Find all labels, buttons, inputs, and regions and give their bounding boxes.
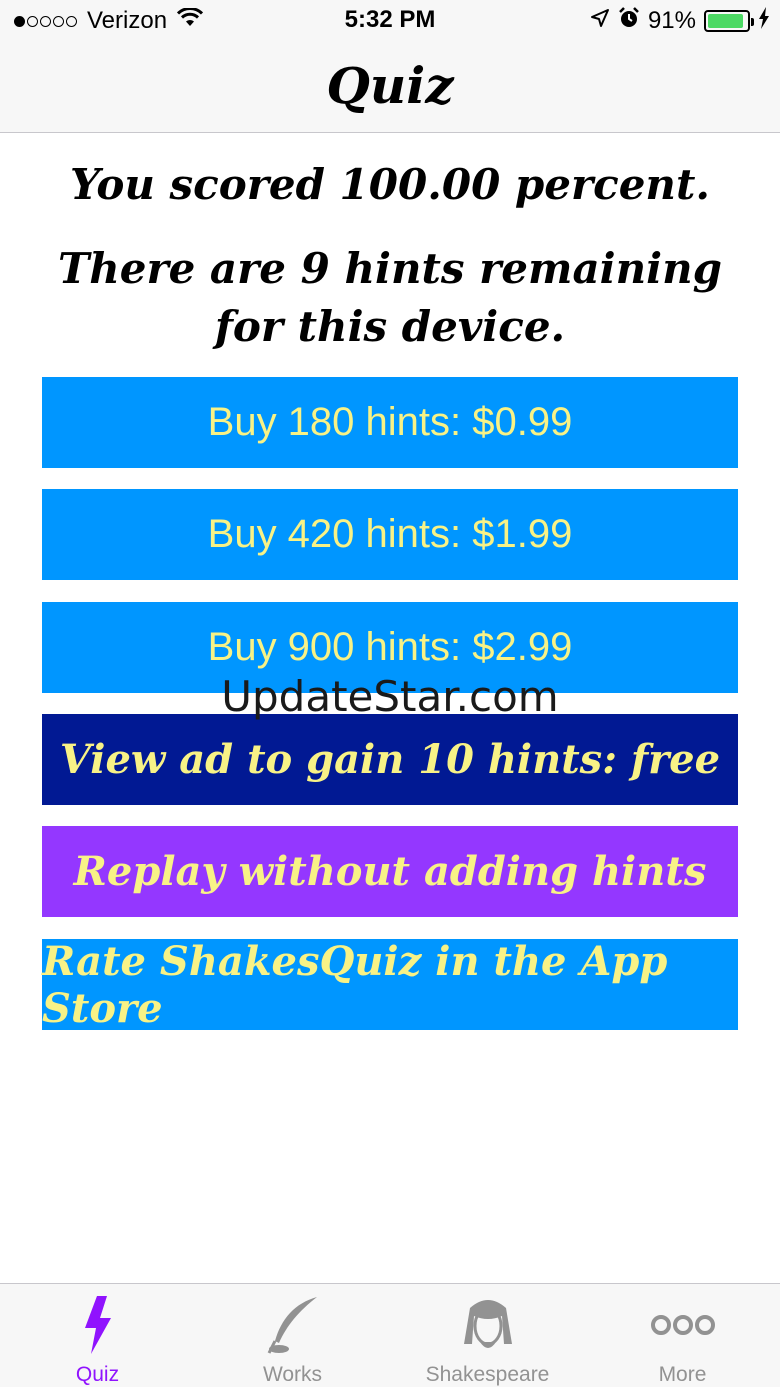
hints-remaining-text: There are 9 hints remaining for this dev… bbox=[57, 244, 723, 351]
tab-label: Works bbox=[262, 1363, 323, 1386]
tab-bar: Quiz Works Shakespeare More bbox=[0, 1283, 780, 1387]
alarm-clock-icon bbox=[618, 6, 640, 36]
page-title: Quiz bbox=[326, 56, 454, 115]
buy-420-hints-label: Buy 420 hints: $1.99 bbox=[207, 512, 573, 556]
rate-app-label: Rate ShakesQuiz in the App Store bbox=[42, 937, 668, 1032]
battery-percent: 91% bbox=[647, 7, 696, 34]
status-bar: Verizon 5:32 PM 91% bbox=[0, 0, 780, 42]
score-text: You scored 100.00 percent. bbox=[69, 160, 710, 209]
tab-label: Quiz bbox=[75, 1363, 120, 1386]
tab-quiz[interactable]: Quiz bbox=[0, 1284, 195, 1387]
navigation-bar: Quiz bbox=[0, 42, 780, 133]
buy-900-hints-button[interactable]: Buy 900 hints: $2.99 bbox=[42, 602, 738, 693]
charging-bolt-icon bbox=[758, 6, 770, 36]
rate-app-button[interactable]: Rate ShakesQuiz in the App Store bbox=[42, 937, 738, 1032]
shakespeare-portrait-icon bbox=[456, 1292, 520, 1357]
status-right: 91% bbox=[582, 6, 770, 36]
lightning-icon bbox=[81, 1292, 115, 1357]
location-arrow-icon bbox=[590, 7, 610, 35]
buy-180-hints-label: Buy 180 hints: $0.99 bbox=[207, 400, 573, 444]
tab-label: Shakespeare bbox=[425, 1363, 550, 1386]
buy-420-hints-button[interactable]: Buy 420 hints: $1.99 bbox=[42, 489, 738, 580]
tab-more[interactable]: More bbox=[585, 1284, 780, 1387]
battery-icon bbox=[704, 10, 754, 32]
tab-works[interactable]: Works bbox=[195, 1284, 390, 1387]
buy-900-hints-label: Buy 900 hints: $2.99 bbox=[207, 625, 573, 669]
buy-180-hints-button[interactable]: Buy 180 hints: $0.99 bbox=[42, 377, 738, 468]
view-ad-button[interactable]: View ad to gain 10 hints: free bbox=[42, 714, 738, 805]
view-ad-label: View ad to gain 10 hints: free bbox=[59, 736, 721, 783]
replay-label: Replay without adding hints bbox=[73, 848, 707, 895]
more-icon bbox=[650, 1292, 716, 1357]
tab-shakespeare[interactable]: Shakespeare bbox=[390, 1284, 585, 1387]
replay-button[interactable]: Replay without adding hints bbox=[42, 826, 738, 917]
tab-label: More bbox=[658, 1363, 707, 1386]
quill-icon bbox=[265, 1292, 321, 1357]
